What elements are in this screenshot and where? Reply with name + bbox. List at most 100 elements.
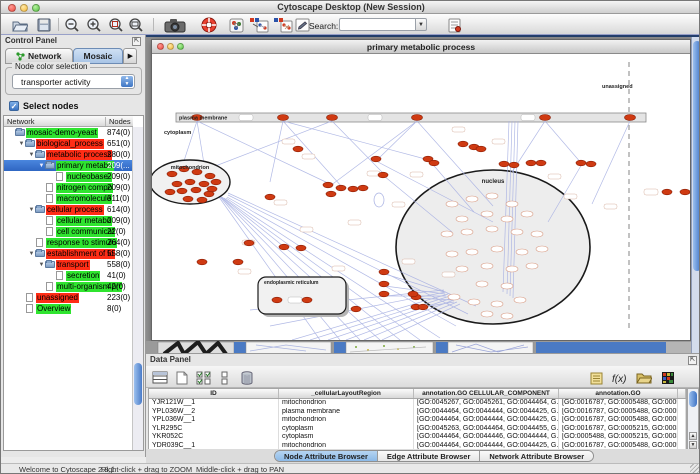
node-color-dropdown[interactable]: transporter activity ▲▼ <box>12 74 135 89</box>
tree-row[interactable]: ▼primary metabo209(... <box>4 160 133 171</box>
column-header[interactable]: annotation.GO MOLECULAR_FUNCTION <box>559 389 678 398</box>
tree-row[interactable]: ▼biological_process651(0) <box>4 138 133 149</box>
expand-triangle-icon[interactable]: ▼ <box>28 152 35 158</box>
scroll-down-arrow[interactable]: ▼ <box>689 441 697 449</box>
tree-row[interactable]: ▼cellular process614(0) <box>4 204 133 215</box>
import-attributes-icon[interactable] <box>635 369 652 386</box>
tree-row[interactable]: secretion41(0) <box>4 270 133 281</box>
table-cell: cytoplasm <box>279 425 414 434</box>
tree-scrollbar-thumb[interactable] <box>134 363 142 405</box>
expand-triangle-icon[interactable]: ▼ <box>28 251 35 257</box>
create-view-icon[interactable] <box>248 16 270 34</box>
tab-edge-attribute-browser[interactable]: Edge Attribute Browser <box>378 451 480 462</box>
tree-row-label: transport <box>56 260 90 270</box>
tree-row[interactable]: multi-organism pro42(0) <box>4 281 133 292</box>
table-scrollbar-thumb[interactable] <box>689 391 697 407</box>
network-leaf-icon <box>35 239 46 247</box>
network-window-titlebar[interactable]: primary metabolic process <box>152 40 690 54</box>
resize-grip[interactable] <box>690 464 700 474</box>
control-panel-title: Control Panel <box>5 36 57 45</box>
tree-row[interactable]: nucleobase-209(0) <box>4 171 133 182</box>
tree-row-node-count: 209(0) <box>107 216 130 225</box>
tree-row[interactable]: nitrogen compo209(0) <box>4 182 133 193</box>
table-cell: mitochondrion <box>279 416 414 425</box>
tree-row[interactable]: ▼transport558(0) <box>4 259 133 270</box>
tree-row-label: secretion <box>66 271 100 281</box>
expand-triangle-icon[interactable]: ▼ <box>38 262 45 268</box>
import-table-icon[interactable] <box>445 16 463 34</box>
tree-row[interactable]: cell communicat22(0) <box>4 226 133 237</box>
float-panel-icon[interactable]: ⇱ <box>132 37 141 46</box>
tabs-overflow-arrow[interactable]: ▶ <box>123 48 137 64</box>
zoom-out-icon[interactable] <box>63 16 81 34</box>
tree-row[interactable]: mosaic-demo-yeast 874(0) <box>4 127 133 138</box>
tree-row[interactable]: macromolecule311(0) <box>4 193 133 204</box>
network-view-window[interactable]: primary metabolic process plasma membran… <box>151 39 691 341</box>
select-nodes-row: ✓ Select nodes <box>9 101 79 111</box>
tree-row[interactable]: Overview8(0) <box>4 303 133 314</box>
desktop-vertical-scrollbar[interactable] <box>691 37 700 355</box>
delete-attribute-icon[interactable] <box>238 369 255 386</box>
column-header[interactable]: annotation.GO CELLULAR_COMPONENT <box>414 389 559 398</box>
tree-column-nodes[interactable]: Nodes <box>105 117 131 126</box>
search-dropdown-arrow[interactable]: ▼ <box>415 18 427 31</box>
network-window-title: primary metabolic process <box>152 42 690 52</box>
table-row[interactable]: YPL036W__2plasma membrane[GO:0044464, GO… <box>149 408 686 417</box>
status-hint-pan: Middle-click + drag to PAN <box>196 465 284 474</box>
tree-row[interactable]: ▼establishment of lo558(0) <box>4 248 133 259</box>
function-builder-icon[interactable]: f(x) <box>610 369 627 386</box>
tree-row-node-count: 22(0) <box>107 227 126 236</box>
tree-row-node-count: 874(0) <box>107 128 130 137</box>
zoom-selected-icon[interactable] <box>107 16 125 34</box>
search-input[interactable] <box>339 18 415 31</box>
select-attributes-icon[interactable] <box>195 369 212 386</box>
unselect-attributes-icon[interactable] <box>217 369 234 386</box>
scroll-up-arrow[interactable]: ▲ <box>689 432 697 440</box>
status-bar: Welcome to Cytoscape 2.8.1 Right-click +… <box>1 463 700 474</box>
compartment-label: endoplasmic reticulum <box>264 280 319 286</box>
help-lifering-icon[interactable] <box>200 16 218 34</box>
snapshot-camera-icon[interactable] <box>163 16 187 34</box>
table-row[interactable]: YKR052Ccytoplasm[GO:0044464, GO:0044446,… <box>149 433 686 442</box>
node-color-selection-group: Node color selection transporter activit… <box>5 67 142 95</box>
tree-scrollbar[interactable] <box>132 127 143 450</box>
attribute-table-icon[interactable] <box>151 369 168 386</box>
column-header[interactable]: ID <box>149 389 279 398</box>
new-attribute-icon[interactable] <box>173 369 190 386</box>
tree-row-label: mosaic-demo-yeast <box>26 128 98 138</box>
notepad-icon[interactable] <box>588 369 605 386</box>
destroy-view-icon[interactable] <box>272 16 294 34</box>
column-header[interactable]: _cellularLayoutRegion <box>279 389 414 398</box>
attribute-table-header: ID_cellularLayoutRegionannotation.GO CEL… <box>149 389 686 399</box>
open-folder-icon[interactable] <box>11 16 29 34</box>
table-row[interactable]: YLR295Ccytoplasm[GO:0045263, GO:0044464,… <box>149 425 686 434</box>
tree-row[interactable]: response to stimulu264(0) <box>4 237 133 248</box>
tab-node-attribute-browser[interactable]: Node Attribute Browser <box>275 451 378 462</box>
zoom-in-icon[interactable] <box>85 16 103 34</box>
attribute-table[interactable]: ID_cellularLayoutRegionannotation.GO CEL… <box>148 388 687 450</box>
table-cell: [GO:0005488, GO:0005215, GO:0003674] <box>559 433 678 442</box>
toolbar-separator <box>58 18 59 31</box>
desktop-scrollbar-thumb[interactable] <box>693 41 700 271</box>
matrix-icon[interactable] <box>659 369 676 386</box>
table-cell: [GO:0016787, GO:0005488, GO:0005215, G..… <box>559 399 678 408</box>
tree-row[interactable]: cellular metabo209(0) <box>4 215 133 226</box>
network-tree-rows: mosaic-demo-yeast 874(0)▼biological_proce… <box>4 127 133 314</box>
table-row[interactable]: YJR121W__1mitochondrion[GO:0045267, GO:0… <box>149 399 686 408</box>
table-row[interactable]: YPL036W__1mitochondrion[GO:0044464, GO:0… <box>149 416 686 425</box>
save-icon[interactable] <box>35 16 53 34</box>
expand-triangle-icon[interactable]: ▼ <box>38 163 45 169</box>
tab-network-attribute-browser[interactable]: Network Attribute Browser <box>480 451 593 462</box>
expand-triangle-icon[interactable]: ▼ <box>18 141 25 147</box>
vizmapper-icon[interactable] <box>227 16 245 34</box>
select-nodes-checkbox[interactable]: ✓ <box>9 101 19 111</box>
float-panel-icon[interactable]: ⇱ <box>688 356 697 365</box>
table-scrollbar[interactable]: ▲ ▼ <box>687 388 699 450</box>
tree-column-network[interactable]: Network <box>7 117 35 126</box>
tree-row[interactable]: ▼metabolic process280(0) <box>4 149 133 160</box>
tree-row[interactable]: unassigned223(0) <box>4 292 133 303</box>
network-tree: Network Nodes mosaic-demo-yeast 874(0)▼bi… <box>3 115 144 451</box>
zoom-fit-icon[interactable] <box>127 16 145 34</box>
network-canvas[interactable]: plasma membranecytoplasmmitochondrionnuc… <box>152 54 690 340</box>
expand-triangle-icon[interactable]: ▼ <box>28 207 35 213</box>
